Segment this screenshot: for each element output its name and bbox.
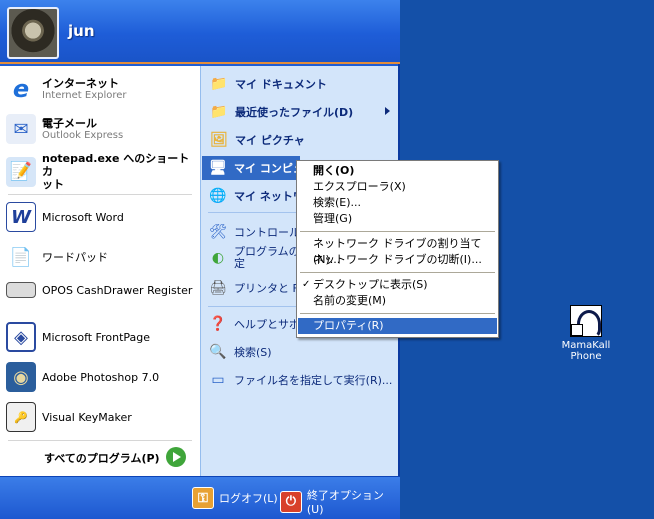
ctx-properties[interactable]: プロパティ(R) — [298, 318, 497, 334]
internet-explorer-icon: e — [12, 75, 30, 103]
checkmark-icon: ✓ — [302, 279, 311, 290]
phone-app-icon — [570, 305, 602, 338]
places-search[interactable]: 🔍 検索(S) — [208, 342, 272, 362]
menu-item-notepad-title: notepad.exe へのショートカ — [42, 152, 190, 178]
all-programs-button[interactable]: すべてのプログラム(P) — [44, 450, 160, 466]
ctx-separator-2 — [300, 272, 495, 273]
menu-item-email-title: 電子メール — [42, 116, 97, 130]
places-help[interactable]: ❓ ヘルプとサポ — [208, 314, 300, 334]
places-my-documents[interactable]: 📁 マイ ドキュメント — [209, 74, 327, 94]
places-my-pictures-label: マイ ピクチャ — [235, 134, 305, 147]
ctx-map-drive[interactable]: ネットワーク ドライブの割り当て(N)... — [298, 236, 497, 266]
menu-item-opos[interactable]: OPOS CashDrawer Register — [6, 282, 192, 298]
printer-icon: 🖨 — [209, 280, 227, 296]
photoshop-icon: ◉ — [6, 362, 36, 392]
shutdown-label: 終了オプション(U) — [306, 489, 384, 516]
logoff-button[interactable]: ⚿ ログオフ(L) — [192, 487, 278, 509]
places-run-label: ファイル名を指定して実行(R)... — [234, 374, 393, 387]
computer-icon: 🖥 — [209, 160, 227, 176]
word-icon: W — [6, 202, 36, 232]
places-control-panel-label: コントロール — [234, 226, 300, 239]
desktop-icon-label-line1: MamaKall — [561, 340, 611, 351]
pinned-programs-pane: e インターネット Internet Explorer ✉ 電子メール Outl… — [0, 66, 200, 476]
shutdown-button[interactable]: ⏻ 終了オプション(U) — [280, 487, 400, 516]
menu-item-notepad[interactable]: 📝 notepad.exe へのショートカ ット — [6, 152, 200, 191]
ctx-disconnect-drive[interactable]: ネットワーク ドライブの切断(I)... — [298, 252, 497, 268]
menu-item-wordpad-label: ワードパッド — [42, 250, 108, 264]
recent-folder-icon: 📁 — [210, 104, 228, 120]
menu-item-email[interactable]: ✉ 電子メール Outlook Express — [6, 114, 123, 144]
menu-item-keymaker-label: Visual KeyMaker — [42, 410, 132, 424]
key-icon: ⚿ — [192, 487, 214, 509]
ctx-open[interactable]: 開く(O) — [298, 163, 497, 179]
outlook-express-icon: ✉ — [6, 114, 36, 144]
power-icon: ⏻ — [280, 490, 302, 513]
places-printers[interactable]: 🖨 プリンタと FA — [208, 278, 305, 298]
places-my-network-label: マイ ネットワ — [234, 190, 304, 203]
places-recent-files[interactable]: 📁 最近使ったファイル(D) — [209, 102, 353, 122]
user-name: jun — [68, 22, 95, 40]
control-panel-icon: 🛠 — [209, 224, 227, 240]
menu-item-keymaker[interactable]: 🔑 Visual KeyMaker — [6, 402, 132, 432]
ctx-rename[interactable]: 名前の変更(M) — [298, 293, 497, 309]
menu-item-frontpage-label: Microsoft FrontPage — [42, 330, 151, 344]
ctx-manage[interactable]: 管理(G) — [298, 211, 497, 227]
places-help-label: ヘルプとサポ — [234, 318, 300, 331]
start-menu-footer: ⚿ ログオフ(L) ⏻ 終了オプション(U) — [0, 476, 400, 519]
places-recent-files-label: 最近使ったファイル(D) — [235, 106, 354, 119]
places-my-computer[interactable]: 🖥 マイ コンピュ — [208, 158, 304, 178]
places-search-label: 検索(S) — [234, 346, 272, 359]
ctx-show-on-desktop-label: デスクトップに表示(S) — [313, 278, 428, 291]
user-avatar[interactable] — [7, 7, 59, 59]
all-programs-arrow-icon[interactable] — [166, 447, 186, 467]
ctx-search[interactable]: 検索(E)... — [298, 195, 497, 211]
search-icon: 🔍 — [209, 344, 227, 360]
places-my-network[interactable]: 🌐 マイ ネットワ — [208, 186, 304, 206]
folder-icon: 📁 — [210, 76, 228, 92]
menu-item-word-label: Microsoft Word — [42, 210, 124, 224]
network-icon: 🌐 — [209, 188, 227, 204]
pictures-folder-icon: 🖼 — [210, 132, 228, 148]
help-icon: ❓ — [209, 316, 227, 332]
chevron-right-icon — [385, 107, 390, 115]
places-my-pictures[interactable]: 🖼 マイ ピクチャ — [209, 130, 305, 150]
cashdrawer-icon — [6, 282, 36, 298]
menu-item-photoshop[interactable]: ◉ Adobe Photoshop 7.0 — [6, 362, 159, 392]
program-access-icon: ◐ — [211, 250, 225, 266]
menu-item-internet-sub: Internet Explorer — [42, 89, 127, 101]
places-control-panel[interactable]: 🛠 コントロール — [208, 222, 300, 242]
desktop-icon-mamakall-phone[interactable]: MamaKall Phone — [560, 305, 612, 362]
menu-item-email-sub: Outlook Express — [42, 129, 124, 141]
menu-item-frontpage[interactable]: ◈ Microsoft FrontPage — [6, 322, 150, 352]
ctx-explorer[interactable]: エクスプローラ(X) — [298, 179, 497, 195]
left-separator-bottom — [8, 440, 192, 441]
run-icon: ▭ — [211, 372, 225, 388]
ctx-separator-1 — [300, 231, 495, 232]
menu-item-word[interactable]: W Microsoft Word — [6, 202, 124, 232]
menu-item-notepad-title2: ット — [42, 178, 64, 191]
places-run[interactable]: ▭ ファイル名を指定して実行(R)... — [208, 370, 392, 390]
places-my-documents-label: マイ ドキュメント — [235, 78, 327, 91]
context-menu: 開く(O) エクスプローラ(X) 検索(E)... 管理(G) ネットワーク ド… — [296, 160, 499, 338]
menu-item-internet-title: インターネット — [42, 76, 119, 90]
notepad-icon: 📝 — [6, 156, 36, 187]
ctx-show-on-desktop[interactable]: ✓ デスクトップに表示(S) — [298, 277, 497, 293]
menu-item-wordpad[interactable]: 📄 ワードパッド — [6, 242, 108, 272]
logoff-label: ログオフ(L) — [219, 492, 278, 505]
ctx-separator-3 — [300, 313, 495, 314]
menu-item-internet[interactable]: e インターネット Internet Explorer — [6, 74, 127, 104]
start-menu-header: jun — [0, 0, 400, 64]
left-separator — [8, 194, 192, 195]
wordpad-icon: 📄 — [9, 246, 33, 268]
keymaker-icon: 🔑 — [6, 402, 36, 432]
desktop-icon-label-line2: Phone — [570, 351, 602, 362]
frontpage-icon: ◈ — [6, 322, 36, 352]
places-printers-label: プリンタと FA — [234, 282, 306, 295]
places-my-computer-label: マイ コンピュ — [234, 162, 304, 175]
menu-item-photoshop-label: Adobe Photoshop 7.0 — [42, 370, 160, 384]
menu-item-opos-label: OPOS CashDrawer Register — [42, 283, 193, 297]
